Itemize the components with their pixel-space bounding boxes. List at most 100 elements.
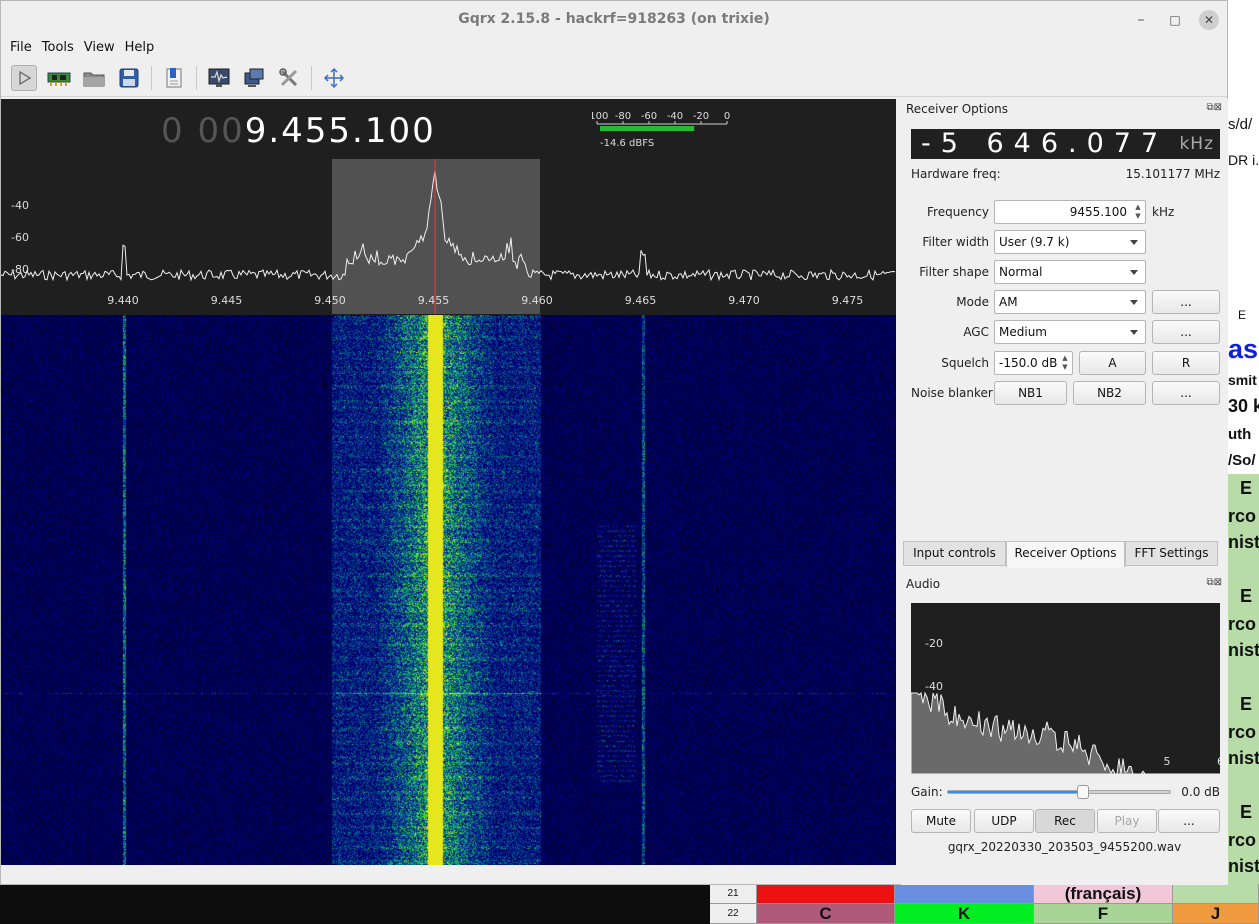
menu-view[interactable]: View — [79, 39, 120, 59]
menu-bar: File Tools View Help — [1, 39, 1227, 59]
agc-options-button[interactable]: ... — [1152, 320, 1220, 344]
close-button[interactable]: ✕ — [1199, 10, 1219, 30]
frequency-label: Frequency — [927, 205, 989, 219]
fft-freq-label: 9.465 — [625, 294, 657, 307]
maximize-button[interactable]: □ — [1165, 10, 1185, 30]
agc-label: AGC — [963, 325, 989, 339]
mode-options-button[interactable]: ... — [1152, 290, 1220, 314]
sheet-cell: K — [895, 904, 1034, 924]
nb-options-button[interactable]: ... — [1152, 381, 1220, 405]
mode-select[interactable]: AM — [994, 290, 1146, 314]
hardware-icon[interactable] — [46, 65, 72, 91]
bg-text: E — [1240, 478, 1253, 498]
bg-text: 30 k — [1228, 396, 1259, 416]
bg-text: E — [1240, 586, 1253, 606]
meter-reading: -14.6 dBFS — [600, 138, 654, 149]
fft-freq-label: 9.445 — [211, 294, 243, 307]
spin-arrows-icon[interactable]: ▲ ▼ — [1060, 354, 1070, 372]
dock-float-close-icons[interactable]: ⧉⊠ — [1206, 102, 1222, 113]
play-button[interactable]: Play — [1097, 809, 1157, 833]
nb2-button[interactable]: NB2 — [1073, 381, 1146, 405]
bookmark-icon[interactable] — [161, 65, 187, 91]
bg-text: nist — [1228, 856, 1259, 876]
squelch-auto-button[interactable]: A — [1079, 351, 1146, 375]
open-folder-icon[interactable] — [81, 65, 107, 91]
hardware-freq-value: 15.101177 MHz — [1125, 167, 1220, 181]
audio-freq-label: 5 — [1164, 755, 1171, 768]
toolbar-separator — [196, 65, 197, 90]
fullscreen-icon[interactable] — [321, 65, 347, 91]
audio-db-label: -20 — [925, 637, 943, 650]
minimize-button[interactable]: – — [1131, 10, 1151, 30]
menu-tools[interactable]: Tools — [37, 39, 79, 59]
sheet-cell: (français) — [1034, 884, 1173, 904]
dock-float-close-icons[interactable]: ⧉⊠ — [1206, 577, 1222, 588]
menu-help[interactable]: Help — [120, 39, 160, 59]
bg-text: E — [1238, 308, 1247, 322]
fft-db-label: -60 — [11, 231, 29, 244]
bg-text: smit — [1228, 372, 1257, 388]
gain-slider-handle[interactable] — [1077, 785, 1090, 799]
meter-tick-label: -60 — [641, 111, 657, 122]
sheet-cell — [1173, 884, 1259, 904]
right-dock-panel: Receiver Options ⧉⊠ -5 646.077 kHz Hardw… — [901, 99, 1228, 885]
gain-slider[interactable] — [947, 785, 1171, 799]
tab-fft-settings[interactable]: FFT Settings — [1125, 541, 1218, 566]
save-icon[interactable] — [116, 65, 142, 91]
menu-file[interactable]: File — [5, 39, 37, 59]
spectrum-plotter[interactable]: 0 009.455.100 -100 -80 -60 -40 -20 0 -14.6 dBF… — [1, 99, 896, 865]
fft-freq-label: 9.470 — [728, 294, 760, 307]
title-bar[interactable]: Gqrx 2.15.8 - hackrf=918263 (on trixie) … — [1, 1, 1227, 39]
toolbar — [1, 59, 1227, 97]
filter-width-select[interactable]: User (9.7 k) — [994, 230, 1146, 254]
squelch-input[interactable]: -150.0 dB ▲ ▼ — [994, 351, 1073, 375]
tab-receiver-options[interactable]: Receiver Options — [1006, 541, 1125, 568]
signal-meter: -100 -80 -60 -40 -20 0 -14.6 dBFS — [586, 109, 732, 153]
meter-tick-label: -20 — [693, 111, 709, 122]
frequency-display[interactable]: 0 009.455.100 — [161, 111, 436, 151]
window-title: Gqrx 2.15.8 - hackrf=918263 (on trixie) — [458, 11, 770, 27]
row-header: 22 — [710, 904, 757, 924]
receiver-options-title: Receiver Options — [906, 102, 1009, 116]
audio-freq-label: 6 — [1217, 755, 1220, 768]
settings-icon[interactable] — [276, 65, 302, 91]
waterfall-display[interactable] — [1, 315, 896, 865]
spin-arrows-icon[interactable]: ▲ ▼ — [1133, 203, 1143, 221]
frequency-value: 9.455.100 — [244, 111, 436, 151]
squelch-reset-button[interactable]: R — [1152, 351, 1220, 375]
audio-options-button[interactable]: ... — [1158, 809, 1220, 833]
agc-select[interactable]: Medium — [994, 320, 1146, 344]
bg-text: E — [1240, 802, 1253, 822]
bg-text: rco — [1228, 506, 1257, 526]
sheet-cell: F — [1034, 904, 1173, 924]
dock-tabs: Input controls Receiver Options FFT Sett… — [901, 541, 1228, 568]
frequency-input-value: 9455.100 — [1069, 205, 1127, 219]
sheet-cell — [895, 884, 1034, 904]
audio-fft-panel: -20-40-6056 — [911, 603, 1220, 774]
frequency-input[interactable]: 9455.100 ▲ ▼ — [994, 200, 1146, 224]
meter-tick-label: -40 — [667, 111, 683, 122]
gain-label: Gain: — [911, 785, 943, 799]
bg-text: /So/ — [1228, 452, 1256, 469]
bg-text: nist — [1228, 640, 1259, 660]
meter-tick-label: -80 — [615, 111, 631, 122]
nb1-button[interactable]: NB1 — [994, 381, 1067, 405]
play-icon[interactable] — [11, 64, 37, 91]
tab-input-controls[interactable]: Input controls — [903, 541, 1006, 566]
filter-shape-select[interactable]: Normal — [994, 260, 1146, 284]
udp-button[interactable]: UDP — [974, 809, 1034, 833]
network-icon[interactable] — [241, 65, 267, 91]
fft-panel[interactable]: -40-60-809.440 9.445 9.450 9.455 9.460 9.465 9… — [1, 159, 896, 314]
offset-unit: kHz — [1179, 134, 1214, 154]
offset-frequency-display[interactable]: -5 646.077 kHz — [911, 129, 1220, 159]
background-window-strip: s/d/ DR i. E as smit 30 k uth /So/ E rco… — [1228, 0, 1259, 924]
monitor-icon[interactable] — [206, 65, 232, 91]
background-desktop — [0, 884, 710, 924]
squelch-value: -150.0 dB — [999, 356, 1058, 370]
meter-tick-label: -100 — [592, 111, 608, 122]
frequency-leading-zeros: 0 00 — [161, 111, 245, 151]
rec-button[interactable]: Rec — [1035, 809, 1095, 833]
offset-value: -5 646.077 — [921, 128, 1169, 159]
mute-button[interactable]: Mute — [911, 809, 971, 833]
toolbar-separator — [151, 65, 152, 90]
